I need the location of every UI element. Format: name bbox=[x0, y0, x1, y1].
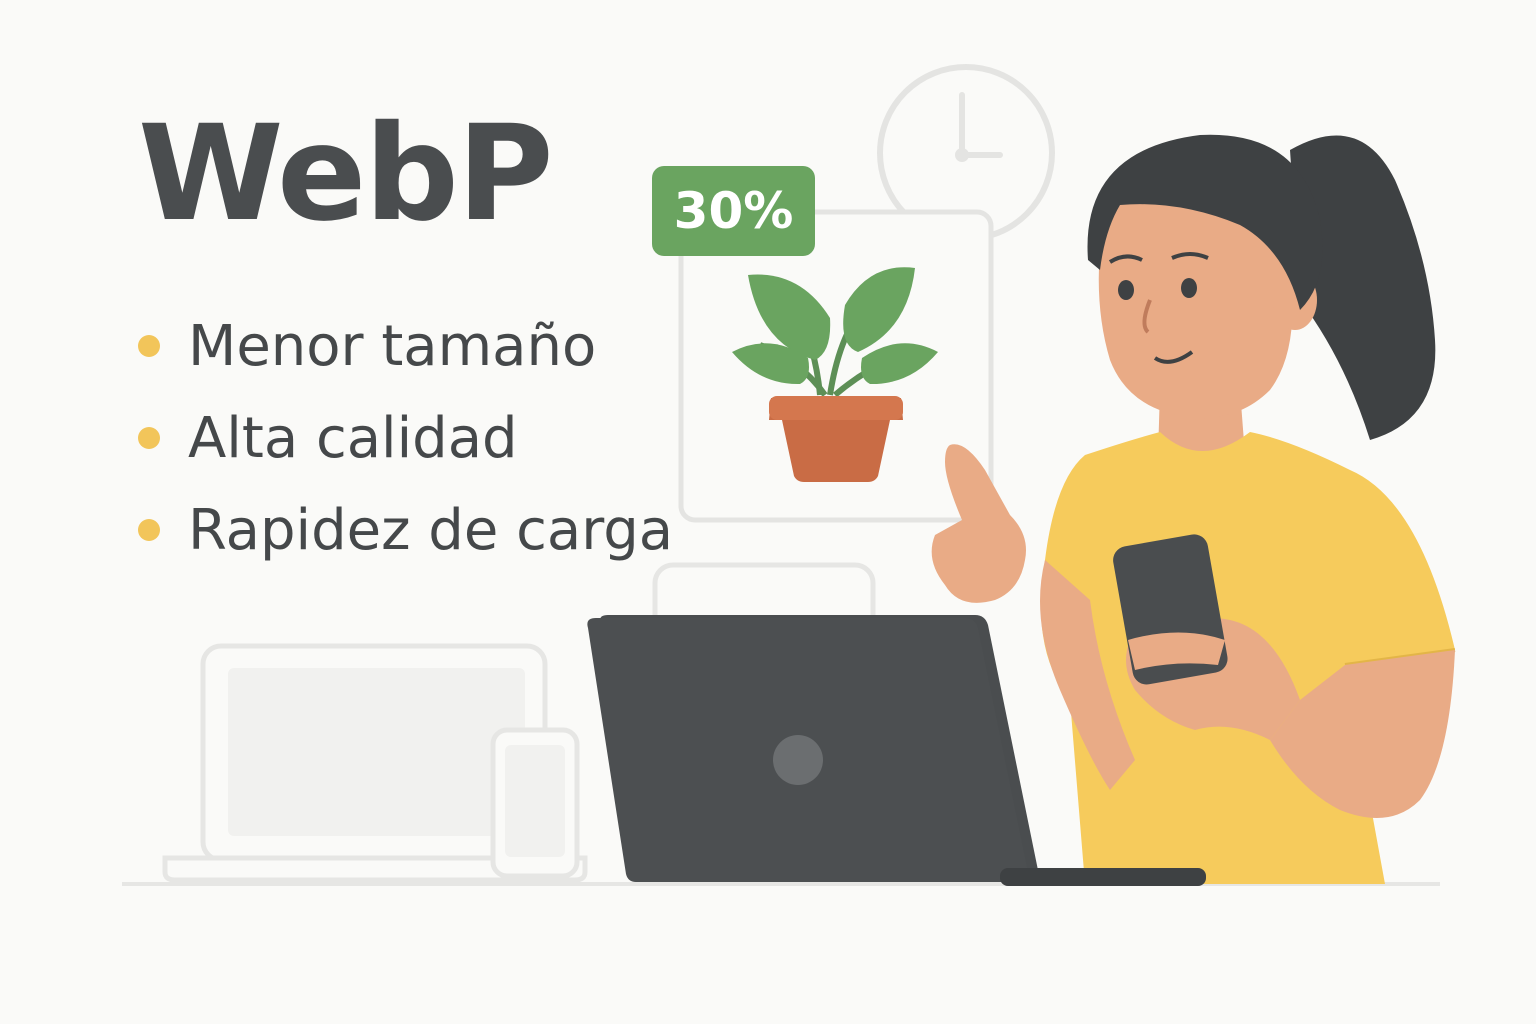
bullet-dot-icon bbox=[138, 519, 160, 541]
illustration-canvas: WebP Menor tamaño Alta calidad Rapidez d… bbox=[0, 0, 1536, 1024]
page-title: WebP bbox=[138, 97, 554, 251]
bullet-text: Alta calidad bbox=[188, 405, 518, 471]
laptop-logo bbox=[773, 735, 823, 785]
savings-badge: 30% bbox=[652, 166, 815, 256]
bullet-dot-icon bbox=[138, 335, 160, 357]
list-item: Rapidez de carga bbox=[138, 484, 673, 576]
list-item: Alta calidad bbox=[138, 392, 673, 484]
pointing-hand bbox=[931, 444, 1026, 603]
bullet-dot-icon bbox=[138, 427, 160, 449]
feature-list: Menor tamaño Alta calidad Rapidez de car… bbox=[138, 300, 673, 576]
badge-text: 30% bbox=[673, 182, 794, 240]
tablet-icon bbox=[490, 727, 580, 879]
list-item: Menor tamaño bbox=[138, 300, 673, 392]
bullet-text: Menor tamaño bbox=[188, 313, 597, 379]
bullet-text: Rapidez de carga bbox=[188, 497, 674, 563]
